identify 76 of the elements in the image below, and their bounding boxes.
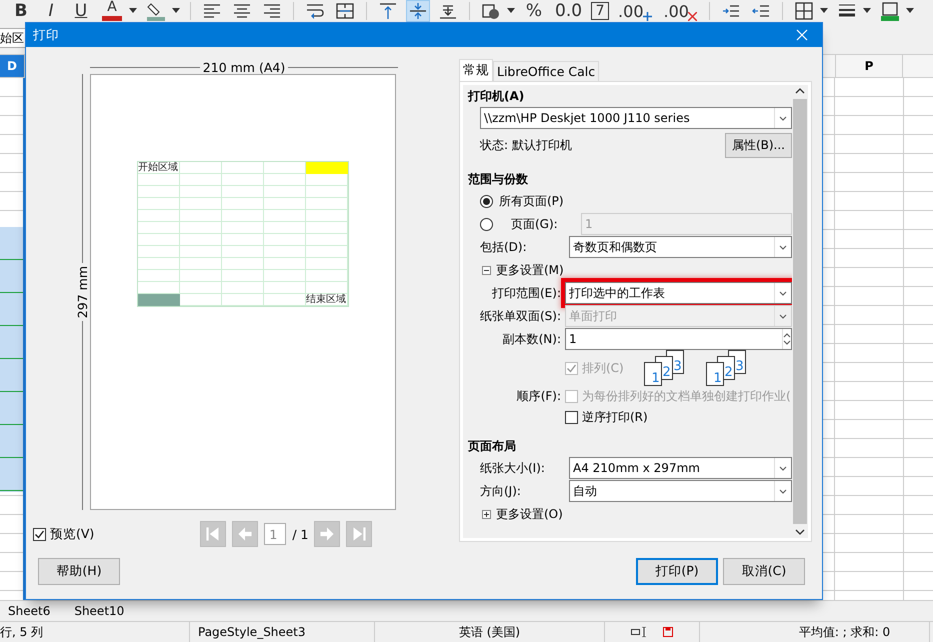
- dropdown[interactable]: 自动: [569, 480, 792, 502]
- save-icon[interactable]: [663, 627, 673, 637]
- checkbox[interactable]: [565, 410, 578, 424]
- preview-checkbox[interactable]: [33, 528, 46, 540]
- radio-label: 页面(G):: [510, 216, 559, 232]
- section-title: 打印机(A): [468, 88, 524, 104]
- spin-field[interactable]: 1: [565, 328, 792, 350]
- caret-icon[interactable]: [507, 8, 515, 14]
- width-label: 210 mm (A4): [202, 60, 286, 74]
- section-title: 范围与份数: [468, 170, 528, 188]
- cross-icon: [688, 12, 697, 21]
- field-label: 副本数(N):: [502, 330, 562, 348]
- sheet-tab[interactable]: Sheet10: [74, 604, 124, 618]
- font-color-button[interactable]: A: [99, 0, 125, 22]
- add-decimal-button[interactable]: .00: [615, 0, 654, 22]
- plus-icon: [642, 12, 652, 21]
- scrollbar-thumb[interactable]: [793, 99, 807, 524]
- column-header[interactable]: D: [0, 55, 25, 77]
- status-text: 平均值: ; 求和: 0: [798, 624, 890, 640]
- status-text: 英语 (美国): [458, 624, 520, 640]
- status-text: 行, 5 列: [0, 624, 44, 640]
- radio-button[interactable]: [480, 194, 493, 208]
- toolbar-button[interactable]: 7: [591, 2, 610, 20]
- radio-button[interactable]: [480, 218, 493, 230]
- column-header[interactable]: P: [835, 55, 903, 77]
- checkbox-label: 排列(C): [582, 360, 624, 376]
- properties-button[interactable]: 属性(B)...: [724, 132, 792, 158]
- dropdown[interactable]: \\zzm\HP Deskjet 1000 J110 series: [480, 107, 792, 129]
- cell-text: 结束区域: [306, 295, 346, 305]
- section-title: 页面布局: [468, 438, 516, 454]
- page-total: / 1: [292, 526, 308, 542]
- spin-arrows-icon[interactable]: [782, 329, 791, 349]
- collapse-icon[interactable]: [482, 266, 491, 274]
- window-title: 打印: [33, 26, 59, 44]
- dialog-button[interactable]: 帮助(H): [38, 558, 120, 584]
- delete-decimal-button[interactable]: .00: [660, 0, 700, 22]
- toolbar-button[interactable]: B: [9, 0, 33, 22]
- tab[interactable]: LibreOffice Calc: [493, 61, 600, 81]
- dialog-button[interactable]: 取消(C): [723, 558, 805, 584]
- caret-icon[interactable]: [820, 8, 828, 14]
- radio-label: 所有页面(P): [499, 192, 564, 210]
- sheet-tab[interactable]: Sheet6: [8, 604, 50, 618]
- toolbar-button[interactable]: %: [522, 0, 546, 22]
- checkbox-label: 预览(V): [50, 526, 94, 542]
- toolbar-button[interactable]: 0.0: [552, 0, 586, 22]
- page-sheet: 1: [644, 362, 662, 386]
- dropdown[interactable]: A4 210mm x 297mm: [569, 457, 792, 479]
- checkbox-label: 为每份排列好的文档单独创建打印作业(: [582, 388, 791, 404]
- field-label: 纸张大小(I):: [480, 460, 546, 476]
- toolbar-button[interactable]: U: [69, 0, 93, 22]
- page-field[interactable]: 1: [264, 523, 286, 545]
- caret-icon[interactable]: [862, 8, 871, 14]
- align-middle-icon[interactable]: [406, 0, 430, 22]
- expander-label[interactable]: 更多设置(O): [496, 506, 563, 522]
- page-sheet: 1: [706, 362, 724, 386]
- expander-label[interactable]: 更多设置(M): [496, 262, 564, 278]
- field-label: 方向(J):: [480, 482, 522, 500]
- selection-mode-icon[interactable]: [631, 627, 649, 637]
- field-label: 纸张单双面(S):: [480, 308, 562, 324]
- dropdown[interactable]: 奇数页和偶数页: [569, 236, 792, 258]
- field-label: 包括(D):: [480, 238, 528, 256]
- expand-icon[interactable]: [482, 510, 491, 518]
- field-label: 顺序(F):: [516, 388, 562, 404]
- status-text: PageStyle_Sheet3: [198, 625, 306, 639]
- tab[interactable]: 常规: [459, 59, 493, 81]
- dialog-button[interactable]: 打印(P): [636, 558, 718, 584]
- name-box[interactable]: 始区: [0, 28, 26, 48]
- cell-text: 开始区域: [138, 163, 178, 173]
- checkbox-label: 逆序打印(R): [582, 408, 648, 426]
- status-text: 状态: 默认打印机: [480, 136, 572, 154]
- height-label: 297 mm: [75, 266, 90, 318]
- toolbar-button[interactable]: I: [39, 0, 63, 22]
- caret-icon[interactable]: [172, 8, 180, 14]
- field-label: 打印范围(E):: [491, 284, 562, 302]
- caret-icon[interactable]: [906, 8, 914, 14]
- caret-icon[interactable]: [129, 8, 137, 14]
